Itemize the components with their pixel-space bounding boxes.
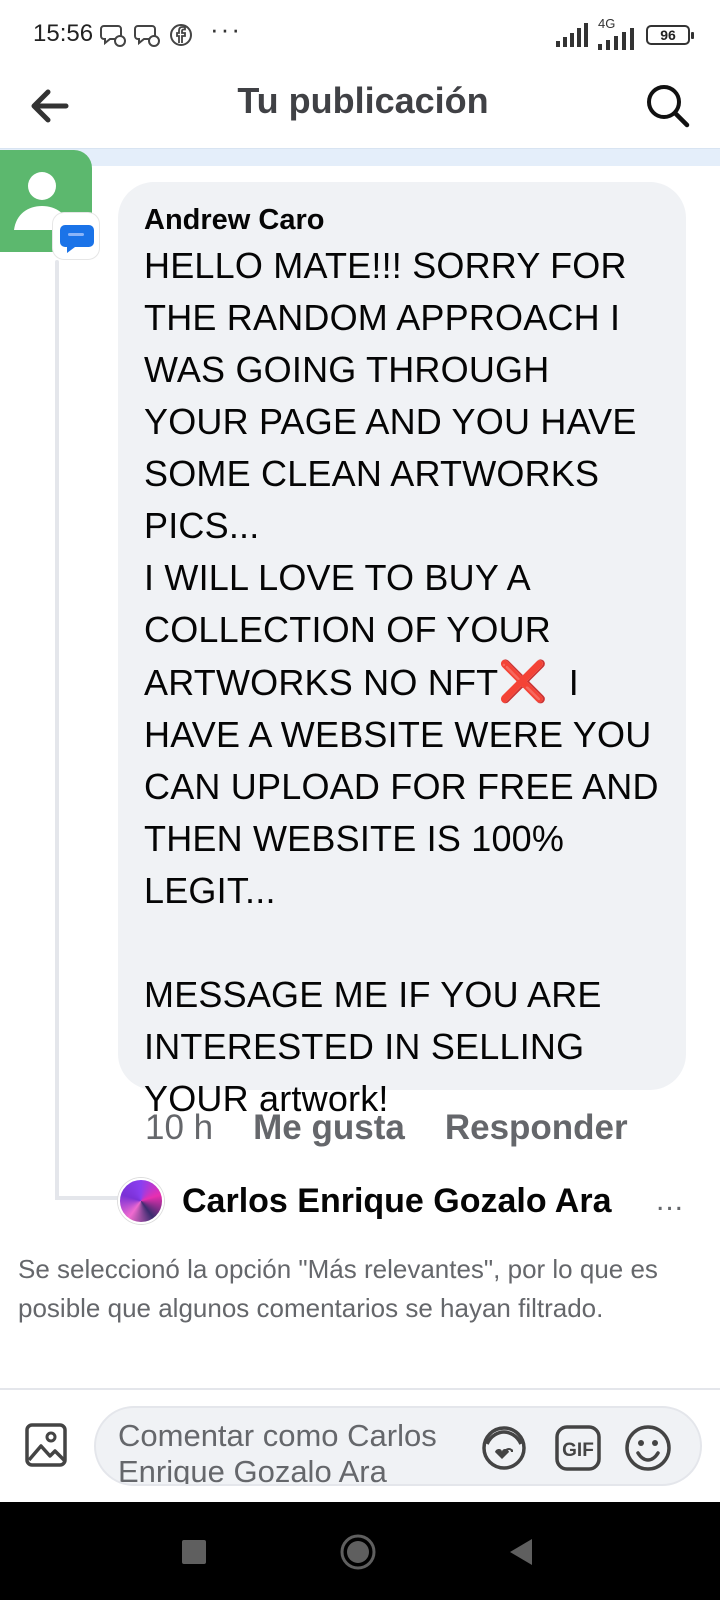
comment-composer: Comentar como Carlos Enrique Gozalo Ara …	[0, 1390, 720, 1502]
photo-icon[interactable]	[24, 1420, 70, 1470]
like-button[interactable]: Me gusta	[253, 1108, 405, 1148]
comment-actions: 10 h Me gusta Responder	[145, 1108, 668, 1148]
home-icon[interactable]	[338, 1532, 378, 1572]
comment-timestamp: 10 h	[145, 1108, 214, 1147]
facebook-notification-icon	[170, 24, 192, 46]
recents-icon[interactable]	[174, 1532, 214, 1572]
search-icon[interactable]	[640, 78, 696, 134]
back-nav-icon[interactable]	[502, 1532, 542, 1572]
page-title: Tu publicación	[237, 80, 489, 121]
previous-content-edge	[0, 148, 720, 166]
reply-preview[interactable]: Carlos Enrique Gozalo Ara ...	[118, 1176, 698, 1226]
status-indicators: 4G 96	[556, 16, 694, 50]
gif-icon[interactable]: GIF	[552, 1422, 604, 1474]
reply-more: ...	[656, 1184, 685, 1217]
emoji-icon[interactable]	[622, 1422, 674, 1474]
comment-input[interactable]: Comentar como Carlos Enrique Gozalo Ara …	[94, 1406, 702, 1486]
cross-mark-emoji: ❌	[498, 660, 549, 704]
messenger-notification-icon	[134, 25, 160, 47]
comment-text-part-2: I HAVE A WEBSITE WERE YOU CAN UPLOAD FOR…	[144, 662, 659, 1119]
reply-author[interactable]: Carlos Enrique Gozalo Ara	[182, 1182, 642, 1221]
status-time: 15:56	[33, 20, 94, 47]
top-app-bar: Tu publicación	[0, 70, 720, 150]
messenger-notification-icon	[100, 25, 126, 47]
system-navigation-bar	[0, 1502, 720, 1600]
comment-bubble[interactable]: Andrew Caro HELLO MATE!!! SORRY FOR THE …	[118, 182, 686, 1119]
thread-line-branch	[55, 1196, 119, 1200]
battery-icon: 96	[646, 25, 694, 45]
filter-notice: Se seleccionó la opción "Más relevantes"…	[18, 1254, 658, 1323]
thread-line	[55, 260, 59, 1200]
signal-4g-icon: 4G	[596, 16, 638, 50]
comment-text: HELLO MATE!!! SORRY FOR THE RANDOM APPRO…	[144, 240, 662, 1125]
svg-text:GIF: GIF	[562, 1440, 594, 1461]
comment-author[interactable]: Andrew Caro	[144, 202, 662, 238]
reply-button[interactable]: Responder	[445, 1108, 628, 1148]
sticker-icon	[52, 212, 100, 260]
avatar-sticker-icon[interactable]	[478, 1422, 530, 1474]
status-bar: 15:56 ··· 4G 96	[0, 0, 720, 70]
reply-avatar[interactable]	[118, 1178, 164, 1224]
signal-icon	[556, 23, 588, 47]
comment-input-placeholder: Comentar como Carlos Enrique Gozalo Ara	[118, 1418, 437, 1486]
more-notifications-icon: ···	[210, 14, 242, 44]
comment-text-part-1: HELLO MATE!!! SORRY FOR THE RANDOM APPRO…	[144, 245, 637, 703]
